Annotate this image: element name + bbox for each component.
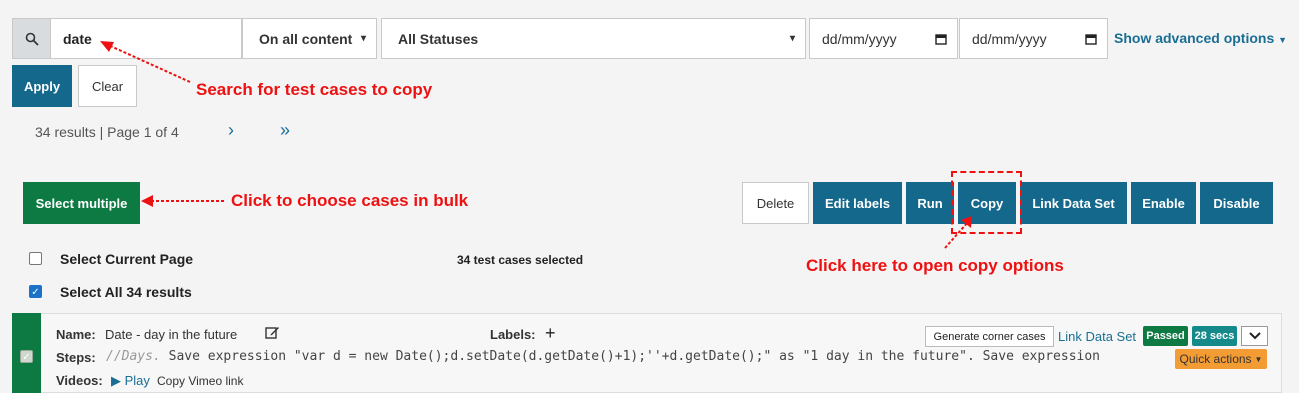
copy-highlight-box: [951, 171, 1022, 234]
arrow-bulk-head: [141, 195, 153, 207]
annotation-bulk: Click to choose cases in bulk: [231, 191, 469, 210]
annotation-copy: Click here to open copy options: [806, 256, 1064, 275]
arrow-search-line: [105, 43, 191, 83]
annotation-arrows: [100, 41, 972, 249]
annotation-search: Search for test cases to copy: [196, 80, 433, 99]
